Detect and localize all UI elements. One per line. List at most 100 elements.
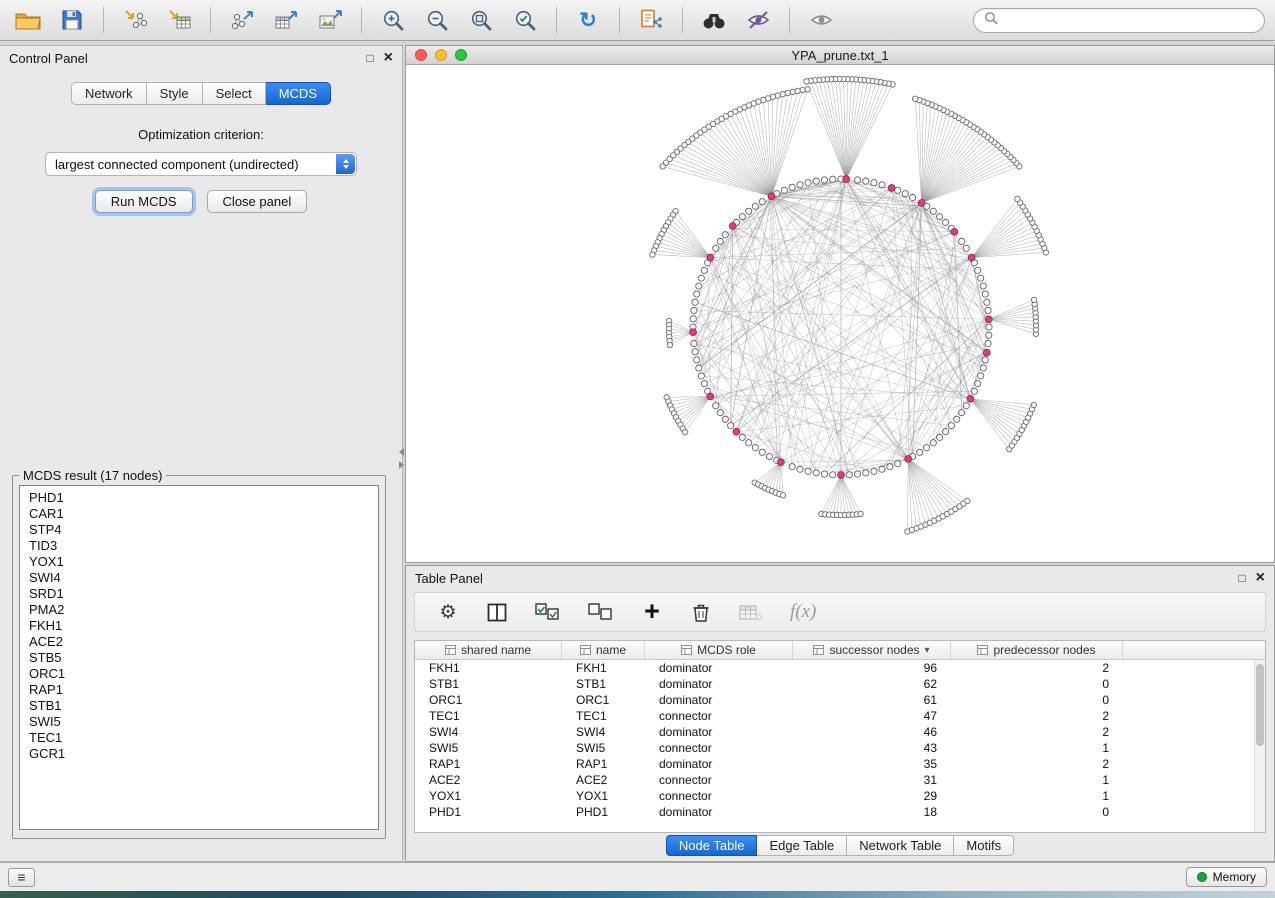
- table-row[interactable]: STB1STB1dominator620: [415, 676, 1265, 692]
- close-panel-button[interactable]: Close panel: [207, 190, 308, 213]
- close-window-button[interactable]: [415, 49, 427, 61]
- table-cell: 0: [951, 693, 1123, 707]
- refresh-layout-button[interactable]: ↻: [570, 5, 606, 35]
- tab-mcds[interactable]: MCDS: [266, 82, 331, 105]
- open-file-button[interactable]: [10, 5, 46, 35]
- mcds-result-item[interactable]: ORC1: [29, 666, 369, 682]
- close-table-panel-icon[interactable]: ×: [1256, 570, 1265, 586]
- table-cell: dominator: [645, 661, 793, 675]
- add-row-button[interactable]: +: [641, 598, 663, 626]
- share-document-icon: [639, 9, 663, 31]
- column-header-successor-nodes[interactable]: successor nodes▾: [793, 641, 951, 659]
- zoom-in-button[interactable]: [375, 5, 411, 35]
- deselect-all-button[interactable]: [588, 598, 614, 626]
- export-image-button[interactable]: [312, 5, 348, 35]
- table-row[interactable]: SWI4SWI4dominator462: [415, 724, 1265, 740]
- table-cell: 43: [793, 741, 951, 755]
- mcds-result-item[interactable]: SWI4: [29, 570, 369, 586]
- column-label: shared name: [461, 643, 531, 657]
- table-cell: SWI5: [562, 741, 645, 755]
- float-panel-icon[interactable]: □: [366, 51, 373, 65]
- table-cell: 1: [951, 789, 1123, 803]
- mcds-result-item[interactable]: TEC1: [29, 730, 369, 746]
- function-builder-button[interactable]: f(x): [790, 598, 816, 626]
- mcds-result-item[interactable]: FKH1: [29, 618, 369, 634]
- tab-node-table[interactable]: Node Table: [666, 835, 758, 856]
- delete-rows-button[interactable]: [690, 598, 712, 626]
- table-cell: 18: [793, 805, 951, 819]
- table-row[interactable]: ORC1ORC1dominator610: [415, 692, 1265, 708]
- status-menu-button[interactable]: ≡: [8, 868, 35, 887]
- column-header-shared-name[interactable]: shared name: [415, 641, 562, 659]
- table-row[interactable]: YOX1YOX1connector291: [415, 788, 1265, 804]
- column-type-icon: [977, 645, 988, 655]
- mcds-result-item[interactable]: STB1: [29, 698, 369, 714]
- scrollbar-thumb[interactable]: [1256, 664, 1264, 746]
- zoom-selected-button[interactable]: [507, 5, 543, 35]
- zoom-fit-button[interactable]: [463, 5, 499, 35]
- mcds-result-item[interactable]: ACE2: [29, 634, 369, 650]
- tab-select[interactable]: Select: [203, 82, 266, 105]
- import-disabled-button[interactable]: [739, 598, 763, 626]
- table-row[interactable]: FKH1FKH1dominator962: [415, 660, 1265, 676]
- table-cell: dominator: [645, 725, 793, 739]
- column-header-name[interactable]: name: [562, 641, 645, 659]
- export-network-button[interactable]: [224, 5, 260, 35]
- column-header-MCDS-role[interactable]: MCDS role: [645, 641, 793, 659]
- optimization-criterion-label: Optimization criterion:: [0, 127, 402, 142]
- tab-motifs[interactable]: Motifs: [954, 835, 1014, 856]
- tab-network-table[interactable]: Network Table: [847, 835, 954, 856]
- table-scrollbar[interactable]: [1254, 660, 1265, 832]
- hide-style-button[interactable]: [740, 5, 776, 35]
- show-eye-icon: [809, 9, 834, 31]
- mcds-result-item[interactable]: CAR1: [29, 506, 369, 522]
- import-network-button[interactable]: [117, 5, 153, 35]
- search-input[interactable]: [1004, 13, 1254, 28]
- mcds-result-item[interactable]: STP4: [29, 522, 369, 538]
- mcds-result-item[interactable]: SRD1: [29, 586, 369, 602]
- run-mcds-button[interactable]: Run MCDS: [95, 190, 193, 213]
- memory-button[interactable]: Memory: [1186, 867, 1267, 887]
- table-row[interactable]: RAP1RAP1dominator352: [415, 756, 1265, 772]
- divider-collapse-buttons[interactable]: [397, 448, 405, 472]
- column-header-predecessor-nodes[interactable]: predecessor nodes: [951, 641, 1123, 659]
- mcds-result-item[interactable]: SWI5: [29, 714, 369, 730]
- column-visibility-button[interactable]: [486, 598, 508, 626]
- table-cell: 47: [793, 709, 951, 723]
- maximize-window-button[interactable]: [455, 49, 467, 61]
- network-canvas[interactable]: [406, 65, 1274, 562]
- save-session-icon: [61, 9, 83, 31]
- mcds-result-item[interactable]: STB5: [29, 650, 369, 666]
- zoom-fit-icon: [470, 9, 493, 32]
- mcds-result-item[interactable]: GCR1: [29, 746, 369, 762]
- export-table-button[interactable]: [268, 5, 304, 35]
- tab-style[interactable]: Style: [147, 82, 203, 105]
- refresh-layout-icon: ↻: [579, 10, 597, 31]
- table-toolbar: ⚙ + f(x): [414, 592, 1266, 632]
- table-cell: FKH1: [415, 661, 562, 675]
- mcds-result-item[interactable]: YOX1: [29, 554, 369, 570]
- select-all-button[interactable]: [535, 598, 561, 626]
- minimize-window-button[interactable]: [435, 49, 447, 61]
- float-table-panel-icon[interactable]: □: [1238, 571, 1245, 585]
- table-settings-button[interactable]: ⚙: [437, 598, 459, 626]
- zoom-out-button[interactable]: [419, 5, 455, 35]
- mcds-result-item[interactable]: PMA2: [29, 602, 369, 618]
- tab-network[interactable]: Network: [71, 82, 147, 105]
- table-row[interactable]: SWI5SWI5connector431: [415, 740, 1265, 756]
- close-panel-icon[interactable]: ×: [384, 50, 393, 66]
- table-row[interactable]: TEC1TEC1connector472: [415, 708, 1265, 724]
- binoculars-button[interactable]: [696, 5, 732, 35]
- share-document-button[interactable]: [633, 5, 669, 35]
- table-row[interactable]: ACE2ACE2connector311: [415, 772, 1265, 788]
- save-session-button[interactable]: [54, 5, 90, 35]
- mcds-result-item[interactable]: TID3: [29, 538, 369, 554]
- mcds-result-item[interactable]: RAP1: [29, 682, 369, 698]
- mcds-result-item[interactable]: PHD1: [29, 490, 369, 506]
- show-eye-button[interactable]: [803, 5, 839, 35]
- mcds-result-list: PHD1CAR1STP4TID3YOX1SWI4SRD1PMA2FKH1ACE2…: [19, 485, 379, 830]
- table-row[interactable]: PHD1PHD1dominator180: [415, 804, 1265, 820]
- optimization-criterion-select[interactable]: largest connected component (undirected): [45, 152, 357, 176]
- tab-edge-table[interactable]: Edge Table: [757, 835, 847, 856]
- import-table-button[interactable]: [161, 5, 197, 35]
